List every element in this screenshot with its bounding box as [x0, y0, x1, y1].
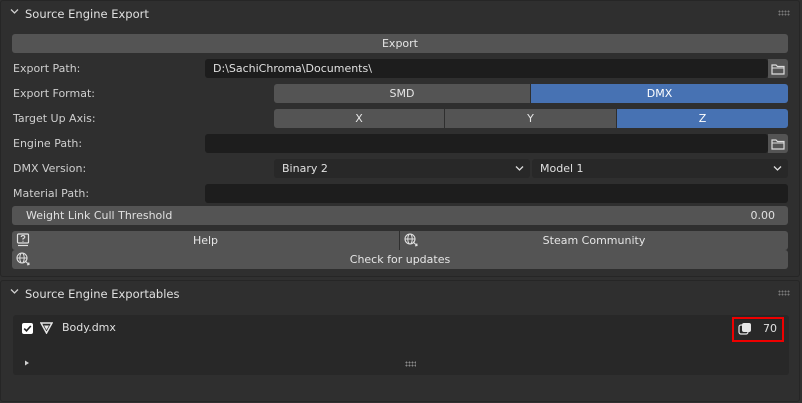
- globe-link-icon: [16, 252, 30, 266]
- expand-triangle-icon[interactable]: [24, 360, 30, 366]
- source-engine-exportables-panel: Source Engine Exportables Body.dmx 70: [0, 280, 800, 402]
- include-checkbox[interactable]: [22, 323, 33, 334]
- folder-browse-button[interactable]: [768, 59, 788, 78]
- list-item[interactable]: Body.dmx 70: [13, 315, 789, 342]
- drag-grip-icon[interactable]: [778, 290, 790, 296]
- engine-path-label: Engine Path:: [13, 137, 83, 150]
- drag-grip-icon[interactable]: [778, 10, 790, 16]
- steam-community-button[interactable]: Steam Community: [400, 231, 788, 250]
- button-label: Steam Community: [542, 234, 646, 247]
- chevron-down-icon: [773, 166, 782, 171]
- exportables-list: Body.dmx 70: [13, 315, 789, 375]
- export-format-label: Export Format:: [13, 87, 95, 100]
- dmx-binary-dropdown[interactable]: Binary 2: [274, 159, 530, 178]
- dropdown-value: Binary 2: [282, 162, 328, 175]
- checkmark-icon: [23, 325, 32, 332]
- help-button[interactable]: Help: [12, 231, 399, 250]
- dropdown-value: Model 1: [540, 162, 584, 175]
- export-button[interactable]: Export: [12, 34, 788, 53]
- exportable-count: 70: [763, 322, 777, 335]
- exportable-name: Body.dmx: [62, 321, 116, 334]
- help-icon: [16, 233, 30, 247]
- weight-cull-threshold-slider[interactable]: Weight Link Cull Threshold 0.00: [12, 206, 788, 225]
- panel-title: Source Engine Export: [25, 7, 149, 21]
- source-engine-export-panel: Source Engine Export Export Export Path:…: [0, 0, 800, 277]
- engine-path-field[interactable]: [205, 134, 768, 153]
- material-path-label: Material Path:: [13, 187, 90, 200]
- export-path-label: Export Path:: [13, 62, 81, 75]
- format-dmx-button[interactable]: DMX: [531, 84, 788, 103]
- dmx-version-label: DMX Version:: [13, 162, 87, 175]
- globe-link-icon: [404, 233, 418, 247]
- panel-header[interactable]: Source Engine Exportables: [1, 281, 799, 307]
- panel-header[interactable]: Source Engine Export: [1, 1, 799, 27]
- chevron-down-icon: [10, 8, 19, 16]
- engine-folder-browse-button[interactable]: [768, 134, 788, 153]
- source-engine-icon: [40, 322, 53, 334]
- chevron-down-icon: [515, 166, 524, 171]
- dmx-model-dropdown[interactable]: Model 1: [532, 159, 788, 178]
- chevron-down-icon: [10, 288, 19, 296]
- check-updates-button[interactable]: Check for updates: [12, 250, 788, 269]
- button-label: Check for updates: [349, 253, 451, 266]
- copies-icon: [738, 323, 751, 335]
- panel-title: Source Engine Exportables: [25, 287, 180, 301]
- list-resize-grip-icon[interactable]: [405, 361, 416, 367]
- material-path-field[interactable]: [205, 184, 788, 203]
- export-path-field[interactable]: D:\SachiChroma\Documents\: [205, 59, 768, 78]
- slider-label: Weight Link Cull Threshold: [26, 209, 173, 222]
- folder-icon: [771, 63, 785, 75]
- folder-icon: [771, 138, 785, 150]
- axis-x-button[interactable]: X: [274, 109, 444, 128]
- axis-y-button[interactable]: Y: [445, 109, 616, 128]
- axis-z-button[interactable]: Z: [617, 109, 788, 128]
- format-smd-button[interactable]: SMD: [274, 84, 530, 103]
- button-label: Help: [192, 234, 219, 247]
- up-axis-label: Target Up Axis:: [13, 112, 96, 125]
- slider-value: 0.00: [750, 209, 776, 222]
